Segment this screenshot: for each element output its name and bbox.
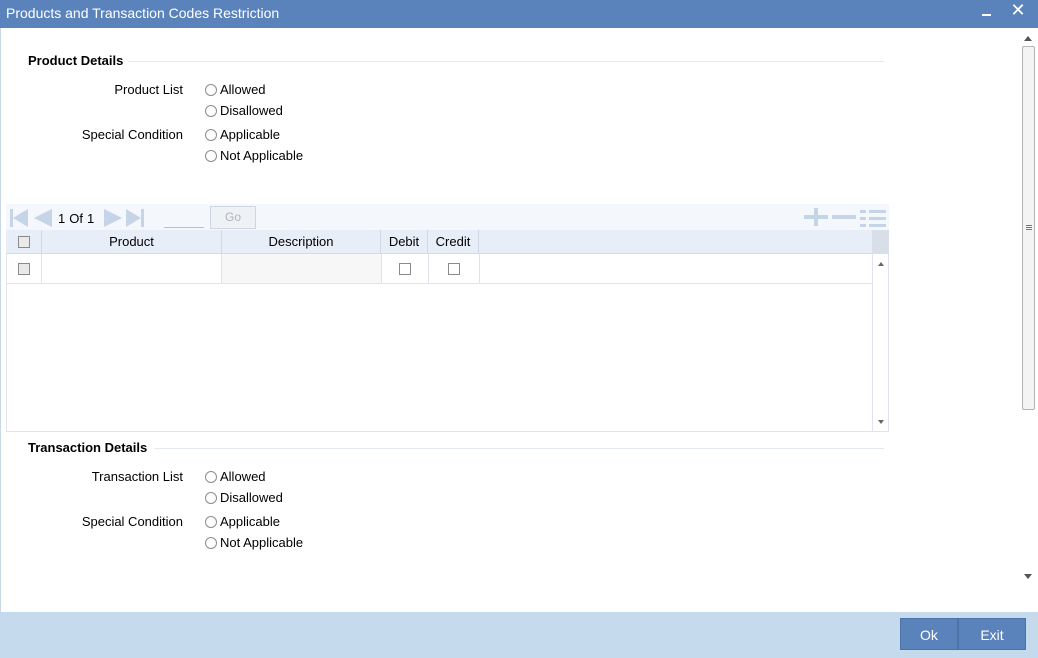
current-page: 1 xyxy=(58,211,66,226)
debit-checkbox[interactable] xyxy=(399,262,411,275)
radio-label: Allowed xyxy=(220,82,266,97)
product-cell[interactable] xyxy=(42,254,222,283)
product-grid: 1 Of 1 Go Product Description Debit Cred… xyxy=(6,204,889,432)
product-list-allowed-radio[interactable]: Allowed xyxy=(205,82,266,97)
dialog-footer: Ok Exit xyxy=(0,612,1038,658)
ok-button[interactable]: Ok xyxy=(900,618,958,650)
transaction-special-condition-not-applicable-radio[interactable]: Not Applicable xyxy=(205,535,303,550)
exit-button[interactable]: Exit xyxy=(958,618,1026,650)
grip-icon xyxy=(1026,225,1032,230)
row-select-checkbox[interactable] xyxy=(18,262,30,275)
radio-label: Not Applicable xyxy=(220,148,304,163)
row-select-cell xyxy=(7,254,42,283)
page-number-input[interactable] xyxy=(164,208,204,228)
radio-circle[interactable] xyxy=(205,128,217,141)
window-title: Products and Transaction Codes Restricti… xyxy=(6,5,280,21)
radio-label: Allowed xyxy=(220,469,266,484)
transaction-list-label: Transaction List xyxy=(91,469,183,484)
product-special-condition-applicable-radio[interactable]: Applicable xyxy=(205,127,280,142)
scrollbar-thumb[interactable] xyxy=(1022,46,1035,410)
grid-vertical-scrollbar[interactable] xyxy=(872,254,889,432)
grid-scroll-down-icon[interactable] xyxy=(878,420,884,424)
credit-checkbox[interactable] xyxy=(448,262,460,275)
transaction-list-allowed-radio[interactable]: Allowed xyxy=(205,469,266,484)
debit-cell xyxy=(382,254,429,283)
add-row-icon[interactable] xyxy=(804,208,828,226)
previous-page-icon[interactable] xyxy=(32,209,54,227)
last-page-icon[interactable] xyxy=(126,209,148,227)
product-details-title: Product Details xyxy=(28,53,124,68)
minimize-icon[interactable] xyxy=(979,5,995,21)
main-vertical-scrollbar[interactable] xyxy=(1021,30,1036,582)
table-row xyxy=(7,254,872,284)
transaction-details-title: Transaction Details xyxy=(28,440,148,455)
credit-cell xyxy=(429,254,480,283)
scroll-down-arrow-icon[interactable] xyxy=(1024,574,1032,579)
window-title-bar: Products and Transaction Codes Restricti… xyxy=(0,0,1038,28)
radio-label: Not Applicable xyxy=(220,535,304,550)
radio-label: Applicable xyxy=(220,127,280,142)
next-page-icon[interactable] xyxy=(102,209,124,227)
radio-label: Disallowed xyxy=(220,490,283,505)
grid-body xyxy=(6,254,872,432)
column-header-product[interactable]: Product xyxy=(42,230,222,254)
transaction-special-condition-applicable-radio[interactable]: Applicable xyxy=(205,514,280,529)
radio-circle[interactable] xyxy=(205,104,217,117)
section-divider xyxy=(154,448,884,449)
description-input xyxy=(222,254,381,283)
column-header-credit[interactable]: Credit xyxy=(428,230,479,254)
of-label: Of xyxy=(69,211,83,226)
section-divider xyxy=(128,61,884,62)
product-list-disallowed-radio[interactable]: Disallowed xyxy=(205,103,283,118)
product-input[interactable] xyxy=(42,254,221,283)
description-cell xyxy=(222,254,382,283)
total-pages: 1 xyxy=(86,211,95,226)
product-special-condition-not-applicable-radio[interactable]: Not Applicable xyxy=(205,148,303,163)
radio-circle[interactable] xyxy=(205,149,217,162)
grid-scroll-up-icon[interactable] xyxy=(878,262,884,266)
delete-row-icon[interactable] xyxy=(832,208,856,226)
column-header-debit[interactable]: Debit xyxy=(381,230,428,254)
grid-header-scroll-corner xyxy=(872,230,889,254)
radio-circle[interactable] xyxy=(205,515,217,528)
close-icon[interactable]: ✕ xyxy=(1008,0,1028,20)
grid-header-row: Product Description Debit Credit xyxy=(6,230,872,254)
radio-circle[interactable] xyxy=(205,491,217,504)
product-list-label: Product List xyxy=(114,82,183,97)
select-all-checkbox[interactable] xyxy=(17,236,30,248)
select-all-cell xyxy=(6,230,42,254)
column-header-description[interactable]: Description xyxy=(222,230,381,254)
transaction-special-condition-label: Special Condition xyxy=(81,514,183,529)
radio-label: Disallowed xyxy=(220,103,283,118)
radio-circle[interactable] xyxy=(205,83,217,96)
single-view-icon[interactable] xyxy=(860,208,886,228)
radio-label: Applicable xyxy=(220,514,280,529)
radio-circle[interactable] xyxy=(205,536,217,549)
grid-toolbar: 1 Of 1 Go xyxy=(6,204,889,230)
transaction-list-disallowed-radio[interactable]: Disallowed xyxy=(205,490,283,505)
page-indicator: 1 Of 1 xyxy=(58,211,94,226)
go-button[interactable]: Go xyxy=(210,206,256,229)
scroll-up-arrow-icon[interactable] xyxy=(1024,36,1032,41)
first-page-icon[interactable] xyxy=(8,209,30,227)
radio-circle[interactable] xyxy=(205,470,217,483)
product-special-condition-label: Special Condition xyxy=(81,127,183,142)
